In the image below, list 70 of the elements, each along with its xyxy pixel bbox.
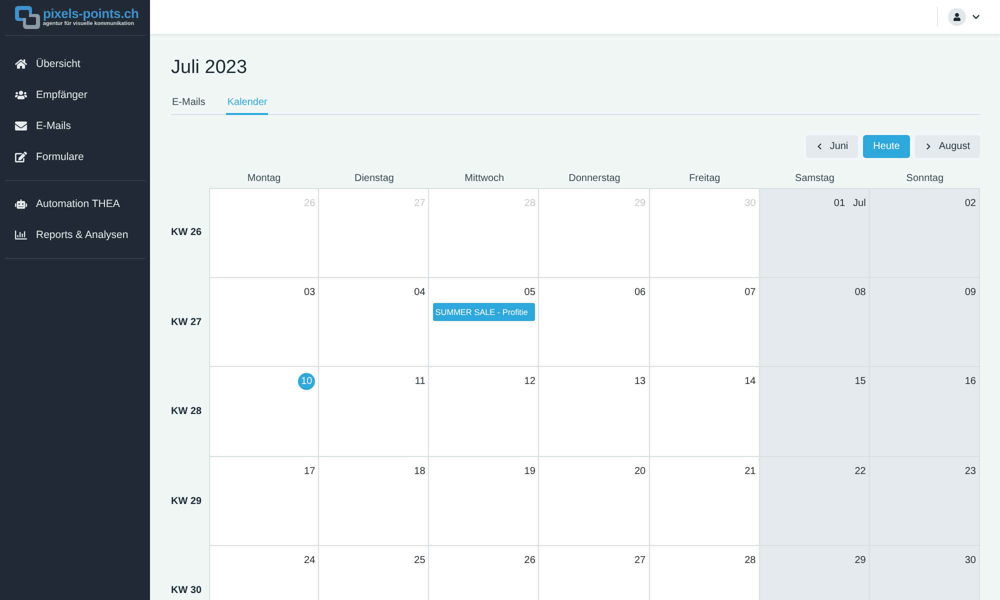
day-number: 19 xyxy=(524,464,536,478)
weekday-header: Dienstag xyxy=(353,172,395,186)
chevron-right-icon xyxy=(924,143,932,150)
day-number: 09 xyxy=(964,286,976,300)
day-number: 10 xyxy=(298,373,316,390)
day-number: 17 xyxy=(304,464,316,478)
envelope-icon xyxy=(15,120,27,132)
day-number: 01 xyxy=(834,197,846,211)
day-number: 30 xyxy=(964,554,976,568)
day-number: 22 xyxy=(854,464,866,478)
day-number: 13 xyxy=(634,375,646,389)
previous-month-button[interactable]: Juni xyxy=(806,135,858,158)
weekday-header: Mittwoch xyxy=(464,172,506,186)
weekday-header: Freitag xyxy=(688,172,722,186)
sidebar-item[interactable]: Empfänger xyxy=(0,79,150,110)
users-icon xyxy=(15,88,27,100)
user-avatar-icon[interactable] xyxy=(948,8,966,26)
month-label: Jul xyxy=(853,197,866,211)
week-number: KW 30 xyxy=(171,584,203,598)
week-number: KW 28 xyxy=(171,405,203,420)
day-number: 12 xyxy=(524,375,536,389)
day-number: 30 xyxy=(744,197,756,211)
day-number: 08 xyxy=(854,286,866,300)
day-number: 27 xyxy=(414,197,426,211)
day-number: 21 xyxy=(744,464,756,478)
brand-name: pixels-points.ch xyxy=(43,7,139,21)
sidebar-item[interactable]: Automation THEA xyxy=(0,188,150,219)
day-number: 28 xyxy=(524,197,536,211)
day-number: 07 xyxy=(744,286,756,300)
sidebar-item[interactable]: Formulare xyxy=(0,141,150,172)
edit-icon xyxy=(15,150,27,162)
week-number: KW 27 xyxy=(171,316,203,330)
day-number: 14 xyxy=(744,375,756,389)
robot-icon xyxy=(15,198,27,210)
page-title: Juli 2023 xyxy=(171,57,248,79)
day-number: 26 xyxy=(304,197,316,211)
week-number: KW 26 xyxy=(171,226,203,240)
day-number: 27 xyxy=(634,554,646,568)
day-number: 28 xyxy=(744,554,756,568)
next-month-button[interactable]: August xyxy=(914,135,980,158)
day-number: 23 xyxy=(964,464,976,478)
week-number: KW 29 xyxy=(171,494,203,509)
day-number: 26 xyxy=(524,554,536,568)
day-number: 11 xyxy=(414,375,426,389)
day-number: 02 xyxy=(964,197,976,211)
day-number: 05 xyxy=(524,286,536,300)
logo-icon xyxy=(15,6,41,30)
day-number: 29 xyxy=(854,554,866,568)
day-number: 03 xyxy=(304,286,316,300)
weekday-header: Samstag xyxy=(794,172,836,186)
day-number: 04 xyxy=(414,286,426,300)
day-number: 20 xyxy=(634,464,646,478)
day-number: 18 xyxy=(414,464,426,478)
sidebar-item[interactable]: Übersicht xyxy=(0,48,150,79)
day-number: 16 xyxy=(964,375,976,389)
chevron-down-icon[interactable] xyxy=(972,13,980,21)
day-number: 06 xyxy=(634,286,646,300)
day-number: 24 xyxy=(304,554,316,568)
tab[interactable]: E-Mails xyxy=(171,92,206,115)
day-number: 15 xyxy=(854,375,866,389)
day-number: 25 xyxy=(414,554,426,568)
weekday-header: Donnerstag xyxy=(568,172,622,186)
weekday-header: Montag xyxy=(246,172,282,186)
weekday-header: Sonntag xyxy=(905,172,945,186)
sidebar-item[interactable]: Reports & Analysen xyxy=(0,219,150,250)
chevron-left-icon xyxy=(816,143,823,150)
sidebar-item[interactable]: E-Mails xyxy=(0,110,150,141)
bar-chart-icon xyxy=(15,228,27,240)
home-icon xyxy=(15,58,27,70)
day-number: 29 xyxy=(634,197,646,211)
